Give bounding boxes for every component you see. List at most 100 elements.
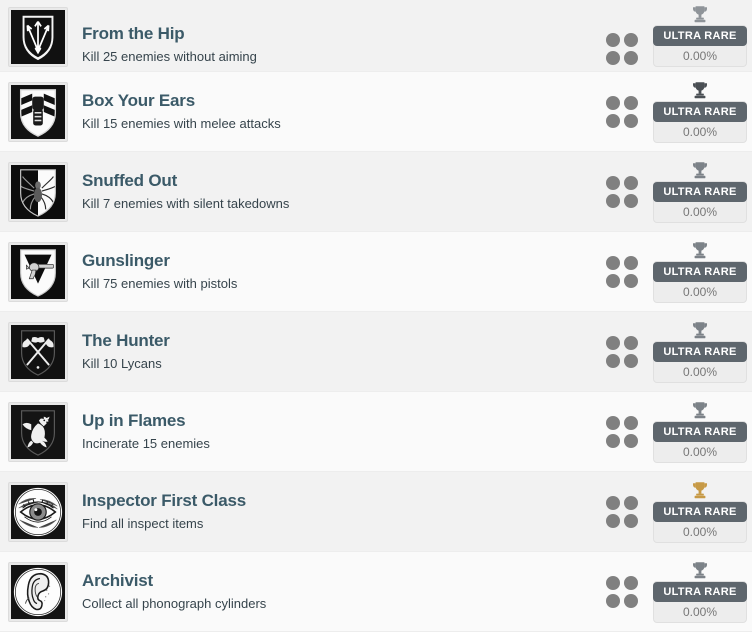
handle-dot: [606, 95, 620, 110]
achievement-list: From the Hip Kill 25 enemies without aimi…: [0, 0, 752, 632]
handle-dot: [624, 593, 638, 608]
trophy-icon: [690, 161, 710, 179]
achievement-row[interactable]: From the Hip Kill 25 enemies without aimi…: [0, 0, 752, 72]
shield-fist-icon: [11, 84, 65, 140]
achievement-description: Kill 15 enemies with melee attacks: [82, 115, 281, 131]
rarity-box: ULTRA RARE 0.00%: [653, 420, 747, 463]
achievement-description: Kill 25 enemies without aiming: [82, 49, 257, 64]
rarity-percent: 0.00%: [682, 364, 718, 379]
achievement-icon: [8, 241, 68, 302]
rarity-percent: 0.00%: [682, 124, 718, 139]
achievement-row[interactable]: The Hunter Kill 10 Lycans ULTRA RARE 0.00%: [0, 312, 752, 392]
circle-eye-icon: [11, 484, 65, 540]
handle-dot: [606, 513, 620, 528]
rarity-column: ULTRA RARE 0.00%: [652, 321, 748, 383]
handle-dot: [606, 495, 620, 510]
handle-dot: [624, 335, 638, 350]
achievement-description: Collect all phonograph cylinders: [82, 595, 267, 611]
achievement-text: The Hunter Kill 10 Lycans: [80, 330, 604, 374]
status-badge: ULTRA RARE: [653, 421, 747, 442]
shield-spider-icon: [11, 164, 65, 220]
rarity-column: ULTRA RARE 0.00%: [652, 81, 748, 143]
achievement-icon: [8, 321, 68, 382]
achievement-title: Snuffed Out: [82, 170, 178, 190]
achievement-icon: [8, 561, 68, 622]
handle-dot: [624, 175, 638, 190]
trophy-icon: [690, 241, 710, 259]
achievement-title: Gunslinger: [82, 250, 170, 270]
status-badge: ULTRA RARE: [653, 101, 747, 122]
four-dot-grid-icon[interactable]: [604, 31, 640, 67]
rarity-percent: 0.00%: [682, 284, 718, 299]
achievement-title: The Hunter: [82, 330, 170, 350]
rarity-box: ULTRA RARE 0.00%: [653, 100, 747, 143]
achievement-icon: [8, 481, 68, 542]
rarity-percent: 0.00%: [682, 204, 718, 219]
achievement-icon: [8, 7, 68, 67]
shield-crossed-axes-icon: [11, 324, 65, 380]
handle-dot: [624, 51, 638, 65]
status-badge: ULTRA RARE: [653, 501, 747, 522]
trophy-icon: [690, 5, 710, 23]
shield-arrows-icon: [11, 9, 65, 65]
four-dot-grid-icon[interactable]: [604, 574, 640, 610]
handle-dot: [624, 415, 638, 430]
rarity-percent: 0.00%: [682, 604, 718, 619]
rarity-box: ULTRA RARE 0.00%: [653, 580, 747, 623]
rarity-box: ULTRA RARE 0.00%: [653, 340, 747, 383]
handle-dot: [624, 513, 638, 528]
rarity-column: ULTRA RARE 0.00%: [652, 561, 748, 623]
handle-dot: [624, 95, 638, 110]
achievement-row[interactable]: Inspector First Class Find all inspect it…: [0, 472, 752, 552]
four-dot-grid-icon[interactable]: [604, 174, 640, 210]
achievement-text: Up in Flames Incinerate 15 enemies: [80, 410, 604, 454]
achievement-text: Snuffed Out Kill 7 enemies with silent ta…: [80, 170, 604, 214]
achievement-row[interactable]: Snuffed Out Kill 7 enemies with silent ta…: [0, 152, 752, 232]
achievement-text: Inspector First Class Find all inspect it…: [80, 490, 604, 534]
achievement-description: Kill 7 enemies with silent takedowns: [82, 195, 290, 211]
handle-dot: [624, 353, 638, 368]
handle-dot: [624, 255, 638, 270]
status-badge: ULTRA RARE: [653, 341, 747, 362]
achievement-icon: [8, 161, 68, 222]
shield-revolver-icon: [11, 244, 65, 300]
four-dot-grid-icon[interactable]: [604, 334, 640, 370]
rarity-column: ULTRA RARE 0.00%: [652, 161, 748, 223]
achievement-text: Gunslinger Kill 75 enemies with pistols: [80, 250, 604, 294]
handle-dot: [624, 273, 638, 288]
handle-dot: [606, 433, 620, 448]
handle-dot: [624, 193, 638, 208]
rarity-column: ULTRA RARE 0.00%: [652, 241, 748, 303]
achievement-row[interactable]: Gunslinger Kill 75 enemies with pistols UL…: [0, 232, 752, 312]
achievement-text: From the Hip Kill 25 enemies without aimi…: [80, 23, 604, 67]
rarity-percent: 0.00%: [682, 49, 718, 63]
achievement-row[interactable]: Box Your Ears Kill 15 enemies with melee …: [0, 72, 752, 152]
achievement-row[interactable]: Up in Flames Incinerate 15 enemies ULTRA R…: [0, 392, 752, 472]
rarity-column: ULTRA RARE 0.00%: [652, 401, 748, 463]
achievement-row[interactable]: Archivist Collect all phonograph cylinder…: [0, 552, 752, 632]
handle-dot: [606, 51, 620, 65]
handle-dot: [606, 335, 620, 350]
four-dot-grid-icon[interactable]: [604, 94, 640, 130]
achievement-title: Inspector First Class: [82, 490, 246, 510]
four-dot-grid-icon[interactable]: [604, 494, 640, 530]
handle-dot: [606, 575, 620, 590]
handle-dot: [606, 175, 620, 190]
four-dot-grid-icon[interactable]: [604, 254, 640, 290]
achievement-description: Incinerate 15 enemies: [82, 435, 210, 451]
handle-dot: [606, 273, 620, 288]
four-dot-grid-icon[interactable]: [604, 414, 640, 450]
handle-dot: [624, 495, 638, 510]
achievement-title: Archivist: [82, 570, 153, 590]
achievement-title: From the Hip: [82, 24, 185, 43]
handle-dot: [606, 33, 620, 47]
rarity-box: ULTRA RARE 0.00%: [653, 25, 747, 67]
status-badge: ULTRA RARE: [653, 181, 747, 202]
handle-dot: [624, 433, 638, 448]
trophy-icon: [690, 481, 710, 499]
trophy-icon: [690, 401, 710, 419]
achievement-icon: [8, 401, 68, 462]
trophy-icon: [690, 81, 710, 99]
achievement-text: Box Your Ears Kill 15 enemies with melee …: [80, 90, 604, 134]
rarity-percent: 0.00%: [682, 444, 718, 459]
